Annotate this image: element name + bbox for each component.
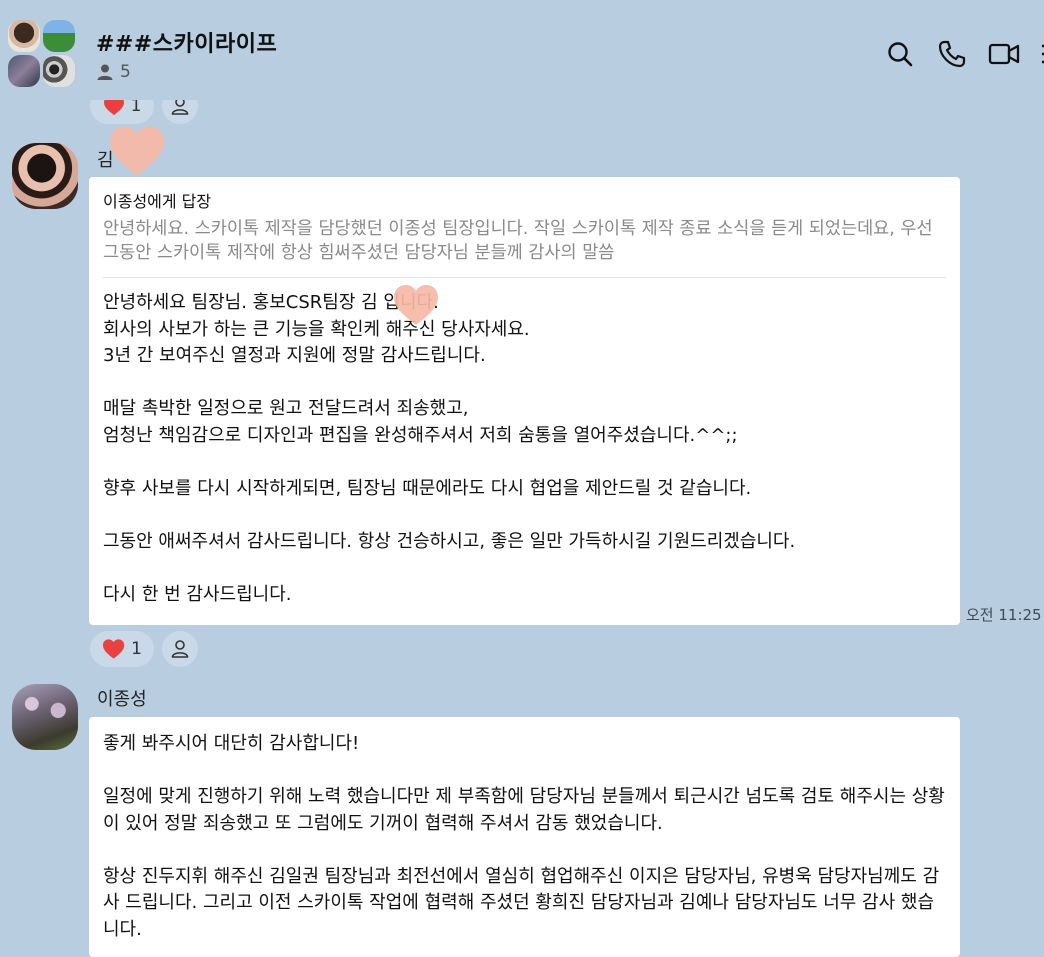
reply-preview[interactable]: 안녕하세요. 스카이톡 제작을 담당했던 이종성 팀장입니다. 작일 스카이톡 …: [103, 217, 946, 278]
search-icon[interactable]: [884, 38, 916, 70]
member-avatar: [43, 55, 75, 87]
heart-reaction[interactable]: 1: [90, 631, 154, 667]
person-icon: [97, 64, 113, 80]
member-count-value: 5: [120, 62, 131, 82]
heart-sticker-icon: [394, 285, 438, 325]
message-bubble[interactable]: 이종성에게 답장 안녕하세요. 스카이톡 제작을 담당했던 이종성 팀장입니다.…: [89, 177, 960, 625]
message-bubble[interactable]: 좋게 봐주시어 대단히 감사합니다! 일정에 맞게 진행하기 위해 노력 했습니…: [89, 717, 960, 957]
video-icon[interactable]: [988, 38, 1020, 70]
message-text: 안녕하세요 팀장님. 홍보CSR팀장 김 입니다. 회사의 사보가 하는 큰 기…: [103, 292, 796, 605]
message-text: 좋게 봐주시어 대단히 감사합니다! 일정에 맞게 진행하기 위해 노력 했습니…: [103, 733, 945, 940]
heart-reaction-count: 1: [131, 639, 142, 659]
heart-sticker-icon: [110, 126, 164, 176]
reply-to-label: 이종성에게 답장: [103, 192, 212, 211]
sender-avatar[interactable]: [12, 684, 78, 750]
phone-icon[interactable]: [936, 38, 968, 70]
menu-icon[interactable]: [1040, 38, 1044, 70]
group-avatar[interactable]: [8, 20, 76, 88]
reaction-users-button[interactable]: [162, 631, 198, 667]
sender-name: 이종성: [97, 689, 147, 710]
member-count[interactable]: 5: [96, 62, 131, 82]
member-avatar: [8, 20, 40, 52]
room-title[interactable]: ###스카이라이프: [96, 26, 277, 58]
heart-icon: [102, 639, 125, 659]
header-actions: [884, 38, 1044, 70]
message-time: 오전 11:25: [966, 606, 1042, 624]
message-reactions: 1: [90, 631, 198, 667]
member-avatar: [8, 55, 40, 87]
person-outline-icon: [171, 640, 189, 658]
chat-header: ###스카이라이프 5: [0, 0, 1044, 100]
sender-avatar[interactable]: [12, 143, 78, 209]
member-avatar: [43, 20, 75, 52]
